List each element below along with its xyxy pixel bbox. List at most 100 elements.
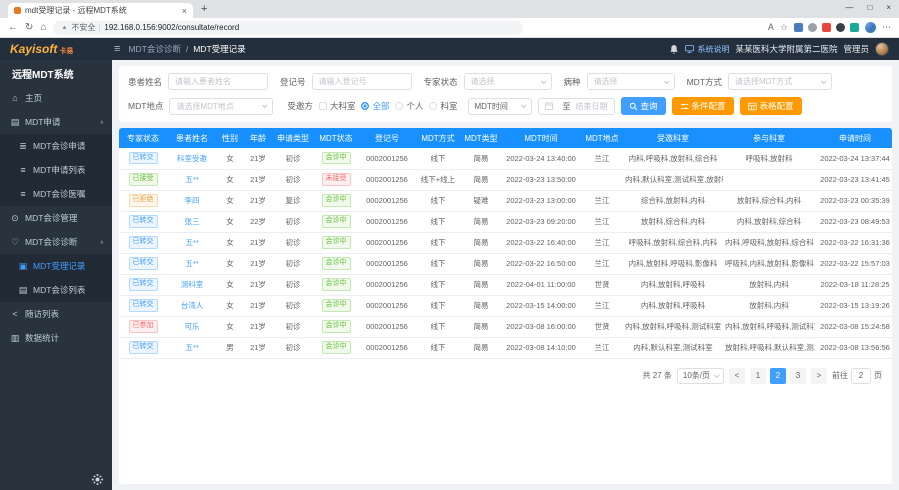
mdt-time-cell-td: 2022-04-01 11:00:00 (501, 274, 581, 295)
page-button-2[interactable]: 2 (770, 368, 786, 384)
extension-icons (794, 23, 859, 32)
sidebar-item-6[interactable]: ⊙MDT会诊管理 (0, 206, 112, 230)
system-note-link[interactable]: 系统说明 (685, 44, 729, 55)
table-row[interactable]: 已转交科室受邀女21岁初诊会诊中0002001256线下简易2022-03-24… (119, 148, 892, 169)
extension-teal-icon[interactable] (850, 23, 859, 32)
age-cell-td: 21岁 (243, 295, 273, 316)
big-dept-checkbox[interactable]: 大科室 (319, 100, 356, 112)
table-row[interactable]: 已转交台湾人女21岁初诊会诊中0002001256线下简易2022-03-15 … (119, 295, 892, 316)
sidebar-item-7[interactable]: ♡MDT会诊诊断∧ (0, 230, 112, 254)
sidebar-item-3[interactable]: ≣MDT会诊申请 (0, 134, 112, 158)
table-row[interactable]: 已转交五**女21岁初诊会诊中0002001256线下简易2022-03-22 … (119, 232, 892, 253)
tab-close-icon[interactable]: × (182, 6, 187, 16)
patient-name-link[interactable]: 测科室 (181, 280, 204, 289)
date-range-picker[interactable]: 至 结束日期 (538, 98, 615, 115)
patient-name-link[interactable]: 五** (185, 175, 198, 184)
table-row[interactable]: 已接受五**女21岁初诊未接受0002001256线下+线上简易2022-03-… (119, 169, 892, 190)
patient-name-link[interactable]: 可乐 (185, 322, 200, 331)
list-icon: ≡ (18, 165, 28, 175)
table-row[interactable]: 已拒绝李四女21岁复诊会诊中0002001256线下疑难2022-03-23 1… (119, 190, 892, 211)
table-row[interactable]: 已转交测科室女21岁初诊会诊中0002001256线下简易2022-04-01 … (119, 274, 892, 295)
table-config-button[interactable]: 表格配置 (740, 97, 802, 115)
patient-name-link[interactable]: 张三 (185, 217, 200, 226)
extension-gray-icon[interactable] (808, 23, 817, 32)
extension-blue-icon[interactable] (794, 23, 803, 32)
date-separator: 至 (563, 101, 571, 112)
column-header-6: MDT状态 (313, 128, 359, 148)
mdt-location-select[interactable]: 请选择MDT地点 (169, 98, 273, 115)
expert-status-tag-td: 已转交 (119, 148, 167, 169)
sidebar-item-1[interactable]: ⌂主页 (0, 86, 112, 110)
next-page-button[interactable]: > (811, 368, 827, 384)
calendar-icon (545, 102, 553, 110)
mdt-mode-select[interactable]: 请选择MDT方式 (728, 73, 832, 90)
disease-select[interactable]: 请选择 (587, 73, 675, 90)
joined-depts-cell-td: 内科,放射科,综合科 (723, 211, 815, 232)
extension-dark-icon[interactable] (836, 23, 845, 32)
extension-red-icon[interactable] (822, 23, 831, 32)
invited-depts-cell-td: 内科,默认科室,测试科室 (623, 337, 723, 358)
bookmark-star-icon[interactable]: ☆ (780, 23, 788, 32)
page-button-1[interactable]: 1 (750, 368, 766, 384)
radio-department[interactable]: 科室 (429, 100, 457, 112)
read-aloud-icon[interactable]: A (768, 23, 774, 32)
invited-depts-cell-td: 内科,放射科,呼吸科,影像科 (623, 253, 723, 274)
patient-name-link[interactable]: 五** (185, 238, 198, 247)
gender-cell-td: 女 (217, 232, 243, 253)
joined-depts-cell-td: 内科,放射科,呼吸科,测试科室 (723, 316, 815, 337)
table-row[interactable]: 已转交五**女21岁初诊会诊中0002001256线下简易2022-03-22 … (119, 253, 892, 274)
sidebar-item-5[interactable]: ≡MDT会诊医嘱 (0, 182, 112, 206)
mdt-location-label: MDT地点 (128, 100, 163, 112)
address-bar[interactable]: ▲ 不安全 192.168.0.156:9002/consultate/reco… (53, 21, 523, 35)
register-no-input[interactable] (312, 73, 412, 90)
window-minimize-button[interactable]: — (845, 3, 853, 12)
patient-name-input[interactable] (168, 73, 268, 90)
table-row[interactable]: 已转交张三女22岁初诊会诊中0002001256线下简易2022-03-23 0… (119, 211, 892, 232)
patient-name-link[interactable]: 五** (185, 343, 198, 352)
table-row[interactable]: 已转交五**男21岁初诊会诊中0002001256线下简易2022-03-08 … (119, 337, 892, 358)
window-close-button[interactable]: × (886, 3, 891, 12)
new-tab-button[interactable]: + (201, 4, 207, 15)
home-icon[interactable]: ⌂ (40, 23, 46, 33)
tab-title: mdt受理记录 - 远程MDT系统 (25, 5, 178, 16)
chevron-down-icon (821, 78, 827, 84)
sidebar-toggle-icon[interactable]: ≡ (114, 43, 120, 55)
sidebar-item-11[interactable]: ▥数据统计 (0, 326, 112, 350)
breadcrumb: MDT会诊诊断 / MDT受理记录 (128, 43, 245, 55)
sidebar-item-10[interactable]: <随访列表 (0, 302, 112, 326)
browser-tab[interactable]: mdt受理记录 - 远程MDT系统 × (8, 3, 193, 18)
page-buttons: 123 (750, 368, 806, 384)
prev-page-button[interactable]: < (729, 368, 745, 384)
mdt-time-select[interactable]: MDT时间 (468, 98, 532, 115)
logo-text: Kayisoft (10, 42, 57, 56)
sidebar-item-8[interactable]: ▣MDT受理记录 (0, 254, 112, 278)
user-avatar[interactable] (875, 42, 889, 56)
refresh-icon[interactable]: ↻ (25, 23, 33, 33)
expert-status-select[interactable]: 请选择 (464, 73, 552, 90)
goto-page-input[interactable] (851, 368, 871, 384)
sidebar-item-9[interactable]: ▤MDT会诊列表 (0, 278, 112, 302)
settings-gear-icon[interactable] (92, 474, 103, 485)
page-button-3[interactable]: 3 (790, 368, 806, 384)
back-icon[interactable]: ← (8, 23, 18, 33)
search-button[interactable]: 查询 (621, 97, 666, 115)
patient-name-link[interactable]: 科室受邀 (177, 154, 207, 163)
sidebar-item-4[interactable]: ≡MDT申请列表 (0, 158, 112, 182)
patient-name-link[interactable]: 五** (185, 259, 198, 268)
mdt-type-cell-td: 简易 (461, 148, 501, 169)
register-no-cell-td: 0002001256 (359, 274, 415, 295)
window-maximize-button[interactable]: □ (867, 3, 872, 12)
browser-menu-icon[interactable]: ⋯ (882, 23, 891, 32)
patient-name-link[interactable]: 台湾人 (181, 301, 204, 310)
condition-config-button[interactable]: 条件配置 (672, 97, 734, 115)
page-size-select[interactable]: 10条/页 (677, 368, 724, 384)
mdt-mode-cell-td: 线下+线上 (415, 169, 461, 190)
table-row[interactable]: 已参加可乐女21岁初诊会诊中0002001256线下简易2022-03-08 1… (119, 316, 892, 337)
patient-name-link[interactable]: 李四 (185, 196, 200, 205)
radio-all[interactable]: 全部 (361, 100, 389, 112)
sidebar-item-2[interactable]: ▤MDT申请∧ (0, 110, 112, 134)
radio-personal[interactable]: 个人 (395, 100, 423, 112)
browser-profile-avatar[interactable] (865, 22, 876, 33)
expert-status-tag: 已转交 (129, 278, 158, 290)
notification-bell-icon[interactable] (669, 44, 679, 55)
